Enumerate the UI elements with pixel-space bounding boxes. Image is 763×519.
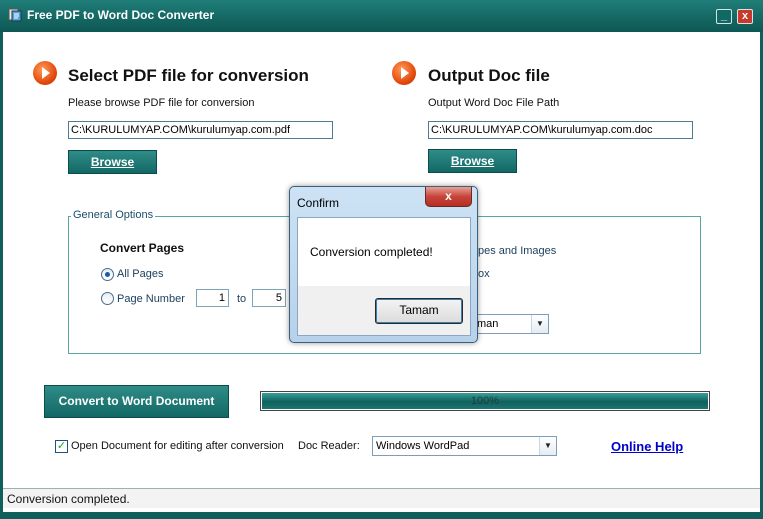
images-option-label: pes and Images (478, 245, 557, 257)
page-number-radio[interactable] (101, 292, 114, 305)
chevron-down-icon[interactable]: ▼ (531, 315, 548, 333)
doc-path-input[interactable]: C:\KURULUMYAP.COM\kurulumyap.com.doc (428, 121, 693, 139)
page-number-label: Page Number (117, 293, 185, 305)
open-doc-checkbox[interactable]: ✓ (55, 440, 68, 453)
status-text: Conversion completed. (7, 492, 130, 506)
app-window: Free PDF to Word Doc Converter _ x Selec… (0, 0, 763, 519)
doc-reader-value: Windows WordPad (376, 440, 470, 452)
open-doc-label: Open Document for editing after conversi… (71, 440, 284, 452)
title-bar[interactable]: Free PDF to Word Doc Converter _ x (0, 0, 763, 32)
minimize-button[interactable]: _ (716, 9, 732, 24)
options-select-value: man (477, 318, 499, 330)
options-select[interactable]: man ▼ (473, 314, 549, 334)
close-button[interactable]: x (737, 9, 753, 24)
chevron-down-icon[interactable]: ▼ (539, 437, 556, 455)
convert-pages-title: Convert Pages (100, 241, 185, 255)
window-title: Free PDF to Word Doc Converter (27, 8, 215, 22)
dialog-body: Conversion completed! Tamam (297, 217, 471, 336)
app-icon (8, 8, 22, 22)
output-sublabel: Output Word Doc File Path (428, 97, 560, 109)
browse-doc-button[interactable]: Browse (428, 149, 517, 173)
all-pages-radio[interactable] (101, 268, 114, 281)
play-arrow-icon (33, 61, 57, 85)
confirm-dialog: Confirm x Conversion completed! Tamam (289, 186, 478, 343)
browse-pdf-label: Browse (90, 155, 135, 169)
progress-text: 100% (470, 395, 500, 407)
checkbox-option-label: ox (478, 268, 490, 280)
dialog-title: Confirm (297, 196, 340, 210)
page-to-input[interactable]: 5 (252, 289, 286, 307)
dialog-ok-button[interactable]: Tamam (375, 298, 463, 324)
page-from-input[interactable]: 1 (196, 289, 229, 307)
dialog-message-area: Conversion completed! (298, 218, 470, 286)
general-options-legend: General Options (71, 209, 156, 221)
convert-button[interactable]: Convert to Word Document (44, 385, 229, 418)
browse-doc-label: Browse (450, 154, 495, 168)
pdf-path-input[interactable]: C:\KURULUMYAP.COM\kurulumyap.com.pdf (68, 121, 333, 139)
online-help-link[interactable]: Online Help (611, 439, 683, 454)
input-sublabel: Please browse PDF file for conversion (68, 97, 255, 109)
doc-reader-label: Doc Reader: (298, 440, 360, 452)
browse-pdf-button[interactable]: Browse (68, 150, 157, 174)
output-heading: Output Doc file (428, 66, 550, 85)
doc-reader-select[interactable]: Windows WordPad ▼ (372, 436, 557, 456)
progress-bar: 100% (260, 391, 710, 411)
all-pages-label: All Pages (117, 268, 164, 280)
input-heading: Select PDF file for conversion (68, 66, 309, 85)
status-bar: Conversion completed. (3, 488, 760, 508)
to-label: to (237, 293, 247, 305)
dialog-message: Conversion completed! (310, 245, 433, 259)
dialog-close-button[interactable]: x (425, 187, 472, 207)
play-arrow-icon (392, 61, 416, 85)
